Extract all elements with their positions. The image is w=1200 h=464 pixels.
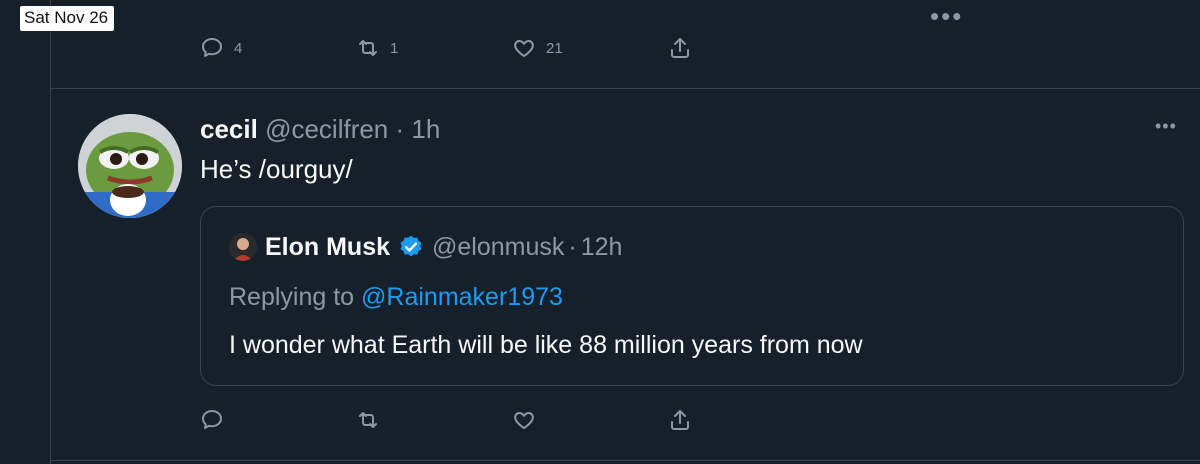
tweet-header: cecil @cecilfren · 1h: [200, 112, 440, 146]
retweet-button[interactable]: 1: [356, 36, 398, 60]
tweet-time[interactable]: 1h: [411, 114, 440, 144]
quoted-header: Elon Musk @elonmusk · 12h: [265, 231, 622, 263]
tweet-more-icon[interactable]: •••: [1155, 116, 1177, 137]
avatar[interactable]: [78, 114, 182, 218]
quoted-separator: ·: [568, 233, 577, 261]
replying-mention[interactable]: @Rainmaker1973: [361, 283, 563, 311]
more-options-icon[interactable]: •••: [930, 3, 963, 29]
reply-icon: [202, 38, 222, 57]
retweet-icon: [359, 40, 377, 56]
quoted-text: I wonder what Earth will be like 88 mill…: [229, 331, 863, 359]
tweet-text: He’s /ourguy/: [200, 154, 353, 184]
tweet-divider: [50, 88, 1200, 89]
page: Sat Nov 26 ••• 4 1 21 cecil @cecilfren ·…: [0, 0, 1200, 464]
heart-icon: [514, 40, 534, 57]
replying-to: Replying to @Rainmaker1973: [229, 281, 563, 313]
timeline-left-border: [50, 0, 51, 464]
header-separator: ·: [395, 114, 405, 144]
reply-icon: [202, 410, 222, 429]
reply-button[interactable]: 4: [200, 36, 242, 60]
retweet-icon: [359, 412, 377, 428]
bottom-divider: [50, 460, 1200, 461]
replying-prefix: Replying to: [229, 283, 355, 311]
heart-icon: [514, 412, 534, 429]
share-icon: [671, 410, 689, 430]
quoted-author-name: Elon Musk: [265, 233, 391, 261]
author-name[interactable]: cecil: [200, 114, 258, 144]
share-button[interactable]: [668, 36, 692, 60]
tweet-share-button[interactable]: [668, 408, 692, 432]
quoted-author-handle: @elonmusk: [432, 233, 565, 261]
verified-badge-icon: [400, 235, 422, 257]
quoted-avatar-image: [229, 233, 257, 261]
quoted-time: 12h: [580, 233, 623, 261]
like-button[interactable]: 21: [512, 36, 563, 60]
reply-count: 4: [234, 39, 243, 57]
tweet-like-button[interactable]: [512, 408, 536, 432]
status-date: Sat Nov 26: [20, 6, 115, 31]
like-count: 21: [546, 39, 563, 57]
retweet-count: 1: [390, 39, 399, 57]
quoted-avatar: [229, 233, 257, 261]
author-handle[interactable]: @cecilfren: [265, 114, 388, 144]
share-icon: [671, 38, 689, 58]
tweet-retweet-button[interactable]: [356, 408, 380, 432]
pepe-avatar-image: [78, 114, 182, 218]
tweet-reply-button[interactable]: [200, 408, 224, 432]
quoted-tweet[interactable]: Elon Musk @elonmusk · 12h Replying to @R…: [200, 206, 1184, 386]
